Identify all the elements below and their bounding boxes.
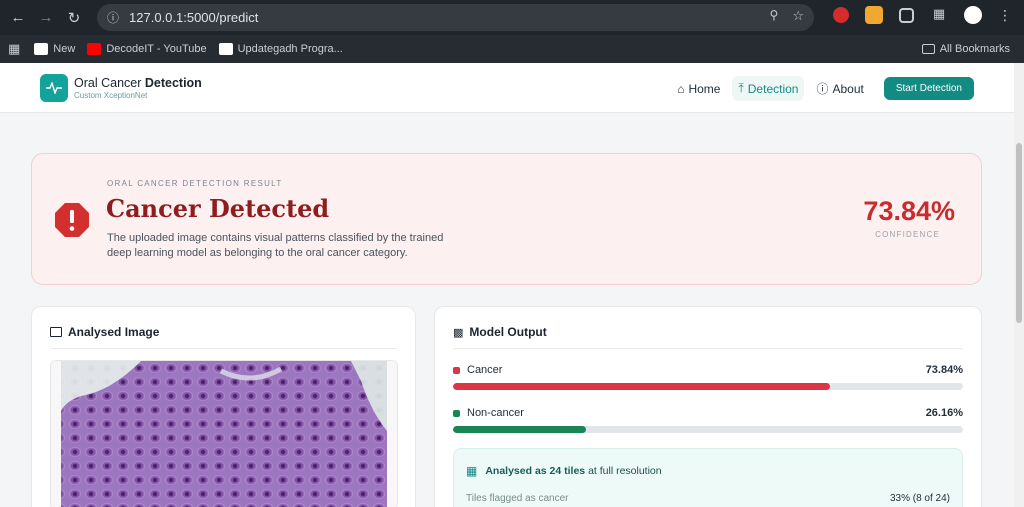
extension-icon[interactable] xyxy=(865,6,883,24)
bookmark-item[interactable]: New xyxy=(34,43,75,55)
bookmark-label: Updategadh Progra... xyxy=(237,43,343,55)
page-scrollbar[interactable] xyxy=(1014,63,1024,507)
confidence-value: 73.84% xyxy=(863,196,955,226)
profile-avatar-icon[interactable] xyxy=(964,6,982,24)
ug-logo-icon xyxy=(218,43,233,55)
result-title: Cancer Detected xyxy=(106,194,330,223)
tiles-flagged-value: 33% (8 of 24) xyxy=(889,493,950,504)
all-bookmarks[interactable]: All Bookmarks xyxy=(921,43,1010,55)
address-bar[interactable]: ⓘ 127.0.0.1:5000/predict ⚲ ☆ xyxy=(97,4,814,31)
nav-about[interactable]: ⓘ About xyxy=(810,75,869,102)
url-text[interactable]: 127.0.0.1:5000/predict xyxy=(129,10,258,25)
confidence-label: CONFIDENCE xyxy=(875,230,940,239)
progress-track xyxy=(453,383,963,390)
ug-logo-icon xyxy=(34,43,49,55)
grid-icon: ▦ xyxy=(466,464,478,478)
extensions-puzzle-icon[interactable] xyxy=(899,7,914,23)
model-output-title-text: Model Output xyxy=(469,325,547,339)
legend-dot xyxy=(453,366,460,374)
apps-grid-icon[interactable]: ▦ xyxy=(8,41,20,57)
analysed-image xyxy=(50,360,398,507)
bar-chart-icon: ▩ xyxy=(453,326,464,339)
incognito-icon[interactable]: ▦ xyxy=(930,6,948,24)
histology-image xyxy=(61,361,387,507)
legend-dot xyxy=(453,409,460,417)
bar-value: 26.16% xyxy=(925,407,963,419)
info-icon: ⓘ xyxy=(816,82,829,96)
start-detection-button[interactable]: Start Detection xyxy=(883,77,974,100)
tiles-flagged-label: Tiles flagged as cancer xyxy=(466,493,569,504)
scrollbar-thumb[interactable] xyxy=(1016,143,1022,323)
tiles-heading: ▦ Analysed as 24 tiles at full resolutio… xyxy=(466,464,662,478)
analysed-image-title-text: Analysed Image xyxy=(68,325,160,339)
reload-icon[interactable]: ↻ xyxy=(60,4,88,32)
model-output-card: ▩ Model Output Cancer 73.84% Non-cancer xyxy=(434,306,982,507)
analysed-image-title: Analysed Image xyxy=(50,325,159,339)
forward-icon[interactable]: → xyxy=(32,4,60,32)
divider xyxy=(453,348,963,349)
pulse-logo-icon[interactable] xyxy=(40,73,68,102)
nav-home-label: Home xyxy=(688,81,721,96)
zoom-icon[interactable]: ⚲ xyxy=(770,8,779,24)
main-nav: ⌂ Home ⤒ Detection ⓘ About Start Detecti… xyxy=(671,75,974,102)
bookmark-label: New xyxy=(53,43,76,55)
image-icon xyxy=(50,327,62,337)
result-description: The uploaded image contains visual patte… xyxy=(107,232,444,259)
tiles-summary: ▦ Analysed as 24 tiles at full resolutio… xyxy=(453,448,963,507)
upload-icon: ⤒ xyxy=(738,81,744,95)
analysed-image-card: Analysed Image xyxy=(31,306,416,507)
divider xyxy=(50,348,397,349)
bar-label: Cancer xyxy=(467,364,503,376)
bookmark-item[interactable]: DecodeIT - YouTube xyxy=(87,43,207,55)
result-label: ORAL CANCER DETECTION RESULT xyxy=(107,179,283,188)
bar-label: Non-cancer xyxy=(467,407,524,419)
site-header: Oral Cancer Detection Custom XceptionNet… xyxy=(0,63,1014,113)
model-output-title: ▩ Model Output xyxy=(453,325,547,339)
cancer-probability-row: Cancer 73.84% xyxy=(453,364,963,390)
brand-title: Oral Cancer Detection xyxy=(74,75,202,90)
nav-detection-label: Detection xyxy=(747,81,799,96)
site-info-icon[interactable]: ⓘ xyxy=(107,9,119,26)
non-cancer-probability-row: Non-cancer 26.16% xyxy=(453,407,963,433)
alert-octagon-icon xyxy=(55,203,89,237)
all-bookmarks-label: All Bookmarks xyxy=(939,43,1010,55)
bookmark-item[interactable]: Updategadh Progra... xyxy=(218,43,343,55)
progress-fill xyxy=(453,383,830,390)
menu-dots-icon[interactable]: ⋮ xyxy=(998,7,1012,24)
progress-fill xyxy=(453,426,587,433)
extension-shield-icon[interactable] xyxy=(833,7,849,23)
bookmark-star-icon[interactable]: ☆ xyxy=(792,8,804,24)
page: Oral Cancer Detection Custom XceptionNet… xyxy=(0,63,1014,507)
browser-toolbar: ← → ↻ ⓘ 127.0.0.1:5000/predict ⚲ ☆ ▦ ⋮ xyxy=(0,0,1024,35)
progress-track xyxy=(453,426,963,433)
youtube-icon xyxy=(87,43,102,55)
nav-detection[interactable]: ⤒ Detection xyxy=(732,76,805,101)
result-banner: ORAL CANCER DETECTION RESULT Cancer Dete… xyxy=(31,153,982,285)
tiles-flagged-row: Tiles flagged as cancer 33% (8 of 24) xyxy=(466,493,950,504)
brand[interactable]: Oral Cancer Detection Custom XceptionNet xyxy=(74,76,202,100)
bar-value: 73.84% xyxy=(925,364,963,376)
back-icon[interactable]: ← xyxy=(4,4,32,32)
home-icon: ⌂ xyxy=(677,81,685,96)
bookmarks-bar: ▦ New DecodeIT - YouTube Updategadh Prog… xyxy=(0,35,1024,63)
folder-icon xyxy=(921,44,935,54)
nav-home[interactable]: ⌂ Home xyxy=(671,77,726,101)
bookmark-label: DecodeIT - YouTube xyxy=(106,43,207,55)
nav-about-label: About xyxy=(832,81,864,96)
brand-subtitle: Custom XceptionNet xyxy=(74,90,148,100)
